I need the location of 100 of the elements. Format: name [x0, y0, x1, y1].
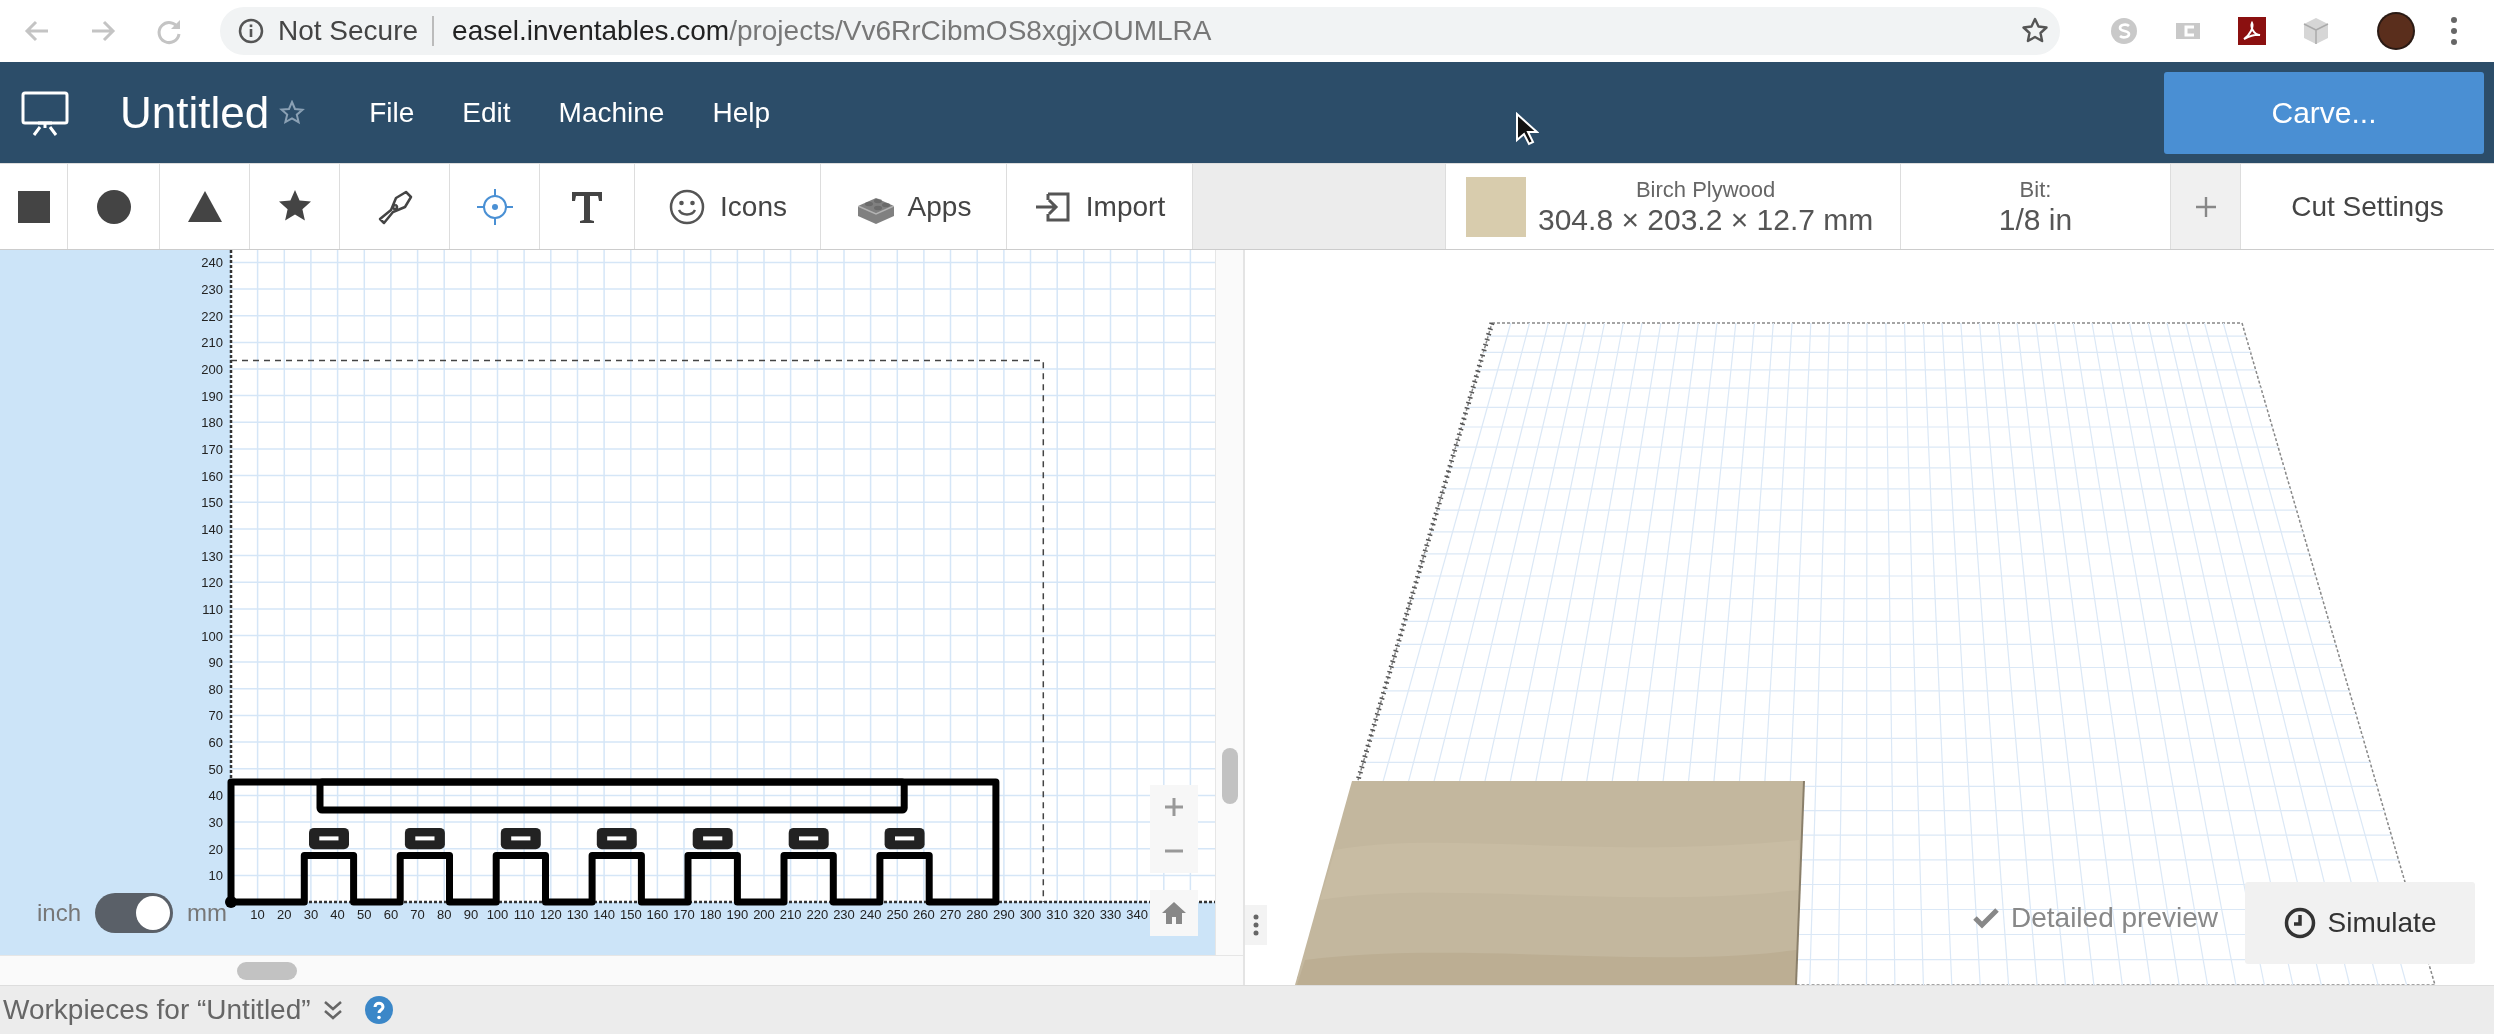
ruler-label: 300 — [1019, 907, 1042, 922]
ruler-label: 120 — [539, 907, 562, 922]
avatar-icon[interactable] — [2376, 11, 2416, 51]
address-bar[interactable]: Not Secure easel.inventables.com/projects/Vv6RrCibmOS8xgjxOUMLRA — [220, 7, 2060, 55]
panel-handle[interactable] — [1245, 905, 1267, 945]
home-icon — [1161, 901, 1187, 925]
ruler-label: 240 — [201, 255, 223, 271]
pdf-extension-icon[interactable] — [2236, 15, 2268, 47]
ruler-label: 110 — [513, 907, 535, 922]
unit-label: inch — [37, 899, 82, 927]
ruler-label: 130 — [201, 548, 223, 564]
ruler-label: 320 — [1072, 907, 1095, 922]
ruler-label: 190 — [726, 907, 749, 922]
menu-item[interactable]: Edit — [438, 96, 535, 129]
material-dimensions: 304.8 × 203.2 × 12.7 mm — [1538, 202, 1874, 237]
material-name: Birch Plywood — [1635, 176, 1776, 203]
help-icon[interactable] — [364, 996, 393, 1024]
smiley-icon — [668, 187, 707, 226]
ruler-label: 230 — [833, 907, 855, 922]
ruler-label: 60 — [383, 907, 399, 922]
ruler-label: 50 — [208, 761, 223, 777]
unit-label: mm — [187, 899, 227, 927]
minus-icon — [1164, 849, 1184, 853]
ruler-label: 100 — [201, 628, 223, 644]
bit-label: Bit: — [2019, 176, 2052, 203]
ruler-label: 270 — [939, 907, 962, 922]
ruler-label: 230 — [201, 282, 223, 297]
simulate-button[interactable]: Simulate — [2245, 882, 2475, 964]
ruler-label: 90 — [463, 907, 479, 922]
ruler-label: 310 — [1046, 907, 1069, 922]
menu-item[interactable]: Help — [688, 96, 794, 129]
clock-icon — [2283, 907, 2316, 939]
ruler-label: 20 — [277, 907, 292, 922]
ruler-label: 60 — [208, 735, 223, 751]
ruler-label: 200 — [201, 362, 223, 377]
ruler-label: 220 — [806, 907, 829, 922]
ruler-label: 180 — [201, 415, 223, 431]
ruler-label: 100 — [486, 907, 509, 922]
ruler-label: 140 — [201, 521, 223, 537]
security-label: Not Secure — [278, 15, 419, 47]
circle-tool-icon — [94, 187, 133, 226]
ruler-label: 170 — [673, 907, 695, 922]
ruler-label: 260 — [913, 907, 935, 922]
ruler-label: 180 — [699, 907, 722, 922]
mouse-cursor-icon — [1515, 112, 1539, 146]
scrollbar-thumb[interactable] — [1221, 748, 1238, 804]
design-drawing[interactable] — [227, 778, 1000, 906]
target-tool-icon — [475, 187, 514, 226]
ruler-label: 160 — [201, 468, 223, 484]
dots-icon — [1253, 914, 1259, 936]
detailed-preview-toggle[interactable]: Detailed preview — [1973, 902, 2218, 934]
unit-toggle[interactable] — [95, 893, 174, 933]
ruler-label: 70 — [208, 708, 223, 724]
ruler-label: 160 — [646, 907, 669, 922]
ruler-label: 240 — [859, 907, 882, 922]
ruler-label: 50 — [357, 907, 372, 922]
menu-item[interactable]: Machine — [534, 96, 689, 129]
ruler-label: 200 — [753, 907, 775, 922]
ruler-label: 130 — [566, 907, 589, 922]
ruler-label: 210 — [779, 907, 802, 922]
ruler-label: 170 — [201, 441, 223, 457]
ruler-label: 330 — [1099, 907, 1122, 922]
ruler-label: 340 — [1126, 907, 1148, 922]
scrollbar-thumb[interactable] — [237, 961, 297, 980]
project-title[interactable]: Untitled — [120, 87, 270, 138]
ruler-label: 280 — [966, 907, 989, 922]
bit-value: 1/8 in — [1998, 202, 2073, 237]
favorite-star-icon[interactable] — [279, 99, 306, 126]
ruler-label: 140 — [593, 907, 615, 922]
ruler-label: 150 — [619, 907, 642, 922]
ruler-label: 150 — [201, 495, 223, 511]
home-button[interactable] — [1150, 890, 1198, 936]
ruler-label: 80 — [208, 681, 223, 697]
url-text: easel.inventables.com/projects/Vv6RrCibmOS8xgjxOUMLRA — [452, 15, 1213, 47]
menu-item[interactable]: File — [345, 96, 439, 129]
ruler-label: 40 — [330, 907, 345, 922]
ruler-label: 190 — [201, 388, 223, 404]
ruler-label: 220 — [201, 308, 223, 324]
ruler-label: 20 — [208, 841, 223, 857]
ruler-label: 10 — [250, 907, 265, 922]
ruler-label: 110 — [202, 601, 223, 617]
material-swatch — [1466, 176, 1526, 237]
info-icon[interactable] — [238, 18, 264, 44]
ruler-label: 250 — [886, 907, 909, 922]
menu-icon[interactable] — [2448, 15, 2460, 47]
ruler-label: 70 — [410, 907, 425, 922]
easel-logo-icon[interactable] — [20, 89, 70, 136]
ruler-label: 40 — [208, 788, 223, 804]
checkmark-icon — [1973, 907, 1999, 929]
ruler-label: 80 — [436, 907, 452, 922]
ruler-label: 30 — [208, 815, 223, 830]
plus-icon — [2193, 194, 2218, 219]
plus-icon — [1164, 797, 1184, 817]
ruler-label: 290 — [993, 907, 1015, 922]
ruler-label: 120 — [201, 575, 223, 591]
ruler-label: 90 — [208, 655, 223, 671]
ruler-label: 10 — [208, 868, 223, 884]
double-chevron-icon[interactable] — [322, 999, 343, 1021]
ruler-label: 210 — [201, 335, 223, 351]
workpieces-title[interactable]: Workpieces for “Untitled” — [3, 994, 311, 1026]
